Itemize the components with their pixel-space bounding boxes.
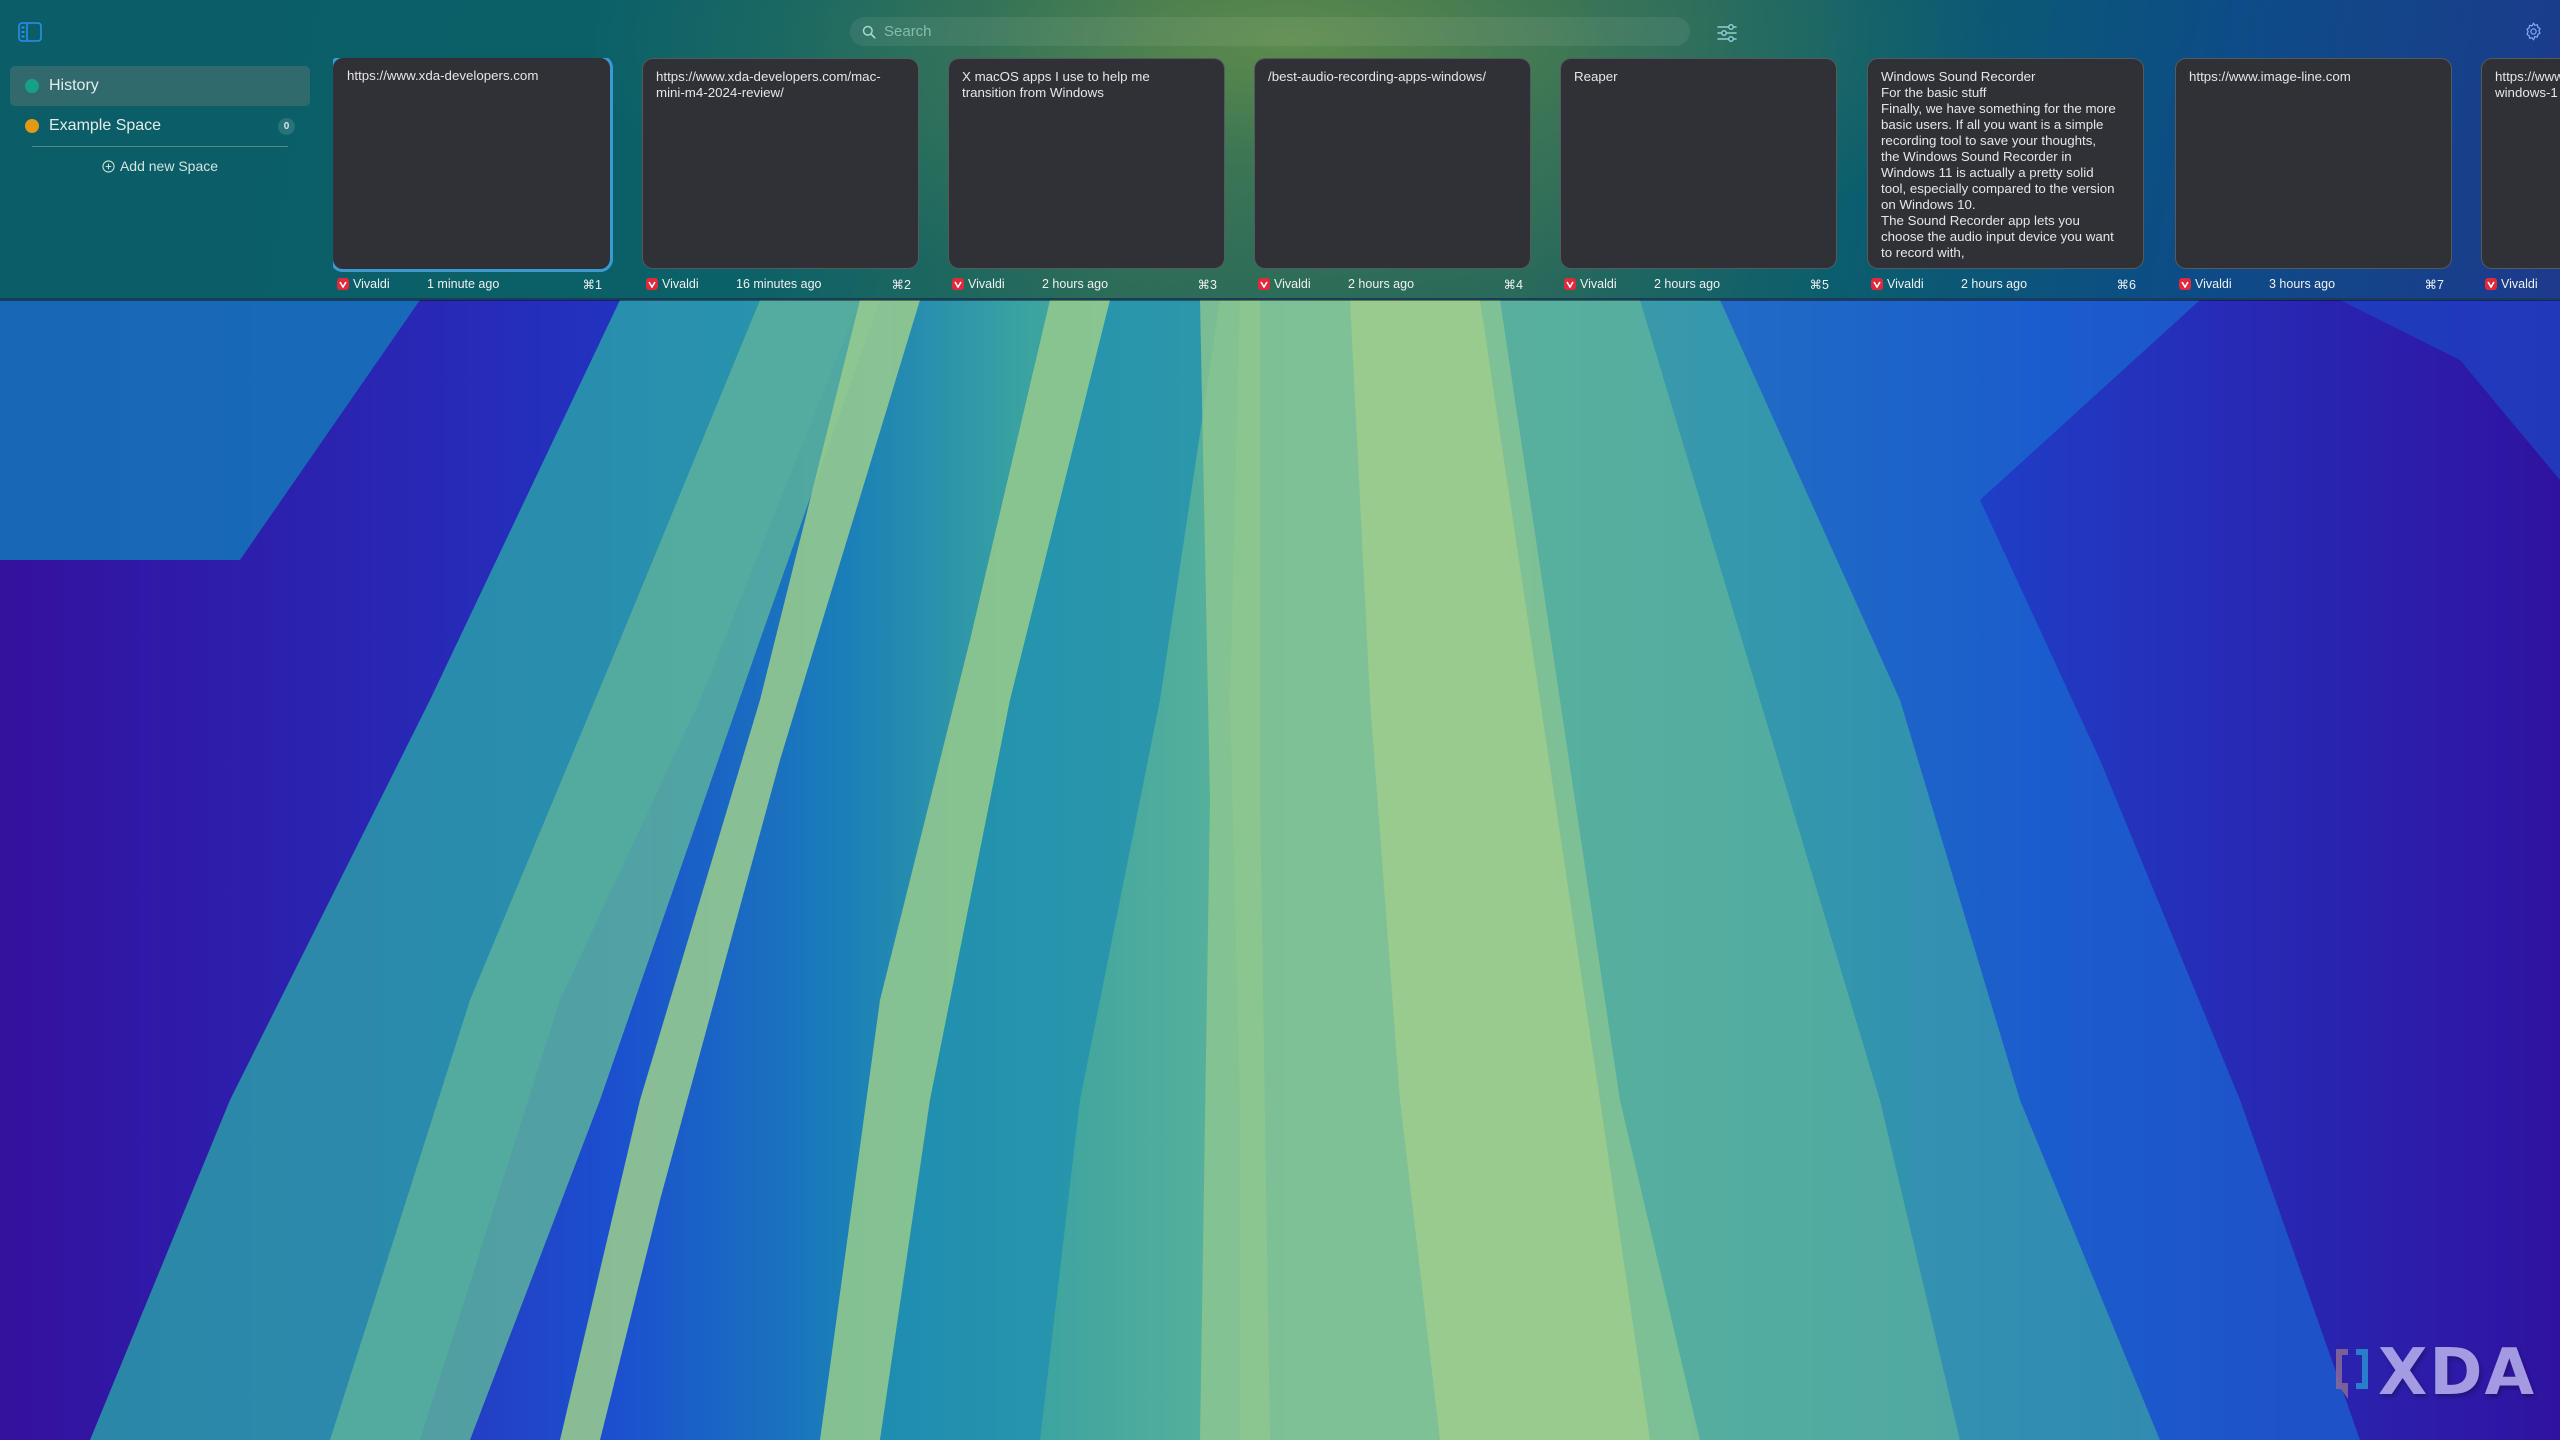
clip-content: https://www.xda-developers.com bbox=[347, 68, 539, 83]
clipboard-history-strip[interactable]: https://www.xda-developers.com Vivaldi 1… bbox=[333, 58, 2560, 298]
vivaldi-icon bbox=[1871, 278, 1883, 290]
clip-card[interactable]: /best-audio-recording-apps-windows/ bbox=[1254, 58, 1531, 269]
search-bar[interactable] bbox=[850, 17, 1690, 46]
clip-card[interactable]: https://www.xda-developers.com/mac- mini… bbox=[642, 58, 919, 269]
clip-footer: Vivaldi 2 hours ago ⌘5 bbox=[1564, 275, 1829, 293]
clip-time: 3 hours ago bbox=[2269, 277, 2336, 291]
clip-item: Reaper Vivaldi 2 hours ago ⌘5 bbox=[1560, 58, 1843, 298]
clip-item: /best-audio-recording-apps-windows/ Viva… bbox=[1254, 58, 1537, 298]
clip-shortcut: ⌘2 bbox=[891, 277, 911, 292]
clip-source: Vivaldi bbox=[2179, 277, 2269, 291]
clip-footer: Vivaldi 16 minutes ago ⌘2 bbox=[646, 275, 911, 293]
clip-card[interactable]: https://www.image-line.com bbox=[2175, 58, 2452, 269]
clip-item: Windows Sound Recorder For the basic stu… bbox=[1867, 58, 2150, 298]
clip-item: https://www.xda-developers.com/mac- mini… bbox=[642, 58, 925, 298]
clip-app-name: Vivaldi bbox=[2501, 277, 2538, 291]
add-space-label: Add new Space bbox=[119, 158, 219, 174]
clip-shortcut: ⌘5 bbox=[1809, 277, 1829, 292]
sidebar-item-example-space[interactable]: Example Space 0 bbox=[10, 106, 310, 146]
clip-footer: Vivaldi 1 minute ago ⌘1 bbox=[337, 275, 602, 293]
clip-footer: Vivaldi 2 hours ago ⌘4 bbox=[1258, 275, 1523, 293]
xda-bracket-icon bbox=[2332, 1343, 2372, 1403]
clip-time: 2 hours ago bbox=[1042, 277, 1109, 291]
clip-footer: Vivaldi bbox=[2485, 275, 2560, 293]
vivaldi-icon bbox=[2485, 278, 2497, 290]
clip-time: 2 hours ago bbox=[1348, 277, 1415, 291]
clip-content: /best-audio-recording-apps-windows/ bbox=[1268, 69, 1487, 84]
clip-source: Vivaldi bbox=[337, 277, 427, 291]
sidebar-toggle-icon bbox=[18, 22, 42, 42]
gear-icon bbox=[2526, 22, 2541, 41]
clip-card[interactable]: X macOS apps I use to help me transition… bbox=[948, 58, 1225, 269]
vivaldi-icon bbox=[646, 278, 658, 290]
clip-shortcut: ⌘1 bbox=[582, 277, 602, 292]
add-space-button[interactable]: Add new Space bbox=[10, 147, 310, 185]
space-count-badge: 0 bbox=[278, 118, 295, 135]
clip-content: https://www.xda-developers.com/mac- mini… bbox=[656, 69, 881, 100]
plus-circle-icon bbox=[102, 159, 115, 173]
space-color-dot bbox=[25, 119, 39, 133]
clip-footer: Vivaldi 3 hours ago ⌘7 bbox=[2179, 275, 2444, 293]
clip-shortcut: ⌘6 bbox=[2116, 277, 2136, 292]
clip-item: https://www.xda-developers.com Vivaldi 1… bbox=[333, 58, 616, 298]
clip-app-name: Vivaldi bbox=[662, 277, 699, 291]
space-color-dot bbox=[25, 79, 39, 93]
clip-app-name: Vivaldi bbox=[1274, 277, 1311, 291]
sliders-icon bbox=[1717, 24, 1737, 42]
clip-content: Reaper bbox=[1574, 69, 1618, 84]
clip-time: 2 hours ago bbox=[1654, 277, 1721, 291]
clip-app-name: Vivaldi bbox=[1580, 277, 1617, 291]
clip-source: Vivaldi bbox=[2485, 277, 2560, 291]
clip-app-name: Vivaldi bbox=[353, 277, 390, 291]
space-label: History bbox=[49, 77, 99, 94]
clip-card[interactable]: Windows Sound Recorder For the basic stu… bbox=[1867, 58, 2144, 269]
clip-shortcut: ⌘7 bbox=[2424, 277, 2444, 292]
filter-button[interactable] bbox=[1716, 22, 1738, 44]
clip-content: Windows Sound Recorder For the basic stu… bbox=[1881, 69, 2116, 260]
clip-app-name: Vivaldi bbox=[2195, 277, 2232, 291]
search-input[interactable] bbox=[882, 22, 1666, 41]
vivaldi-icon bbox=[1258, 278, 1270, 290]
clip-source: Vivaldi bbox=[952, 277, 1042, 291]
xda-text: XDA bbox=[2378, 1336, 2536, 1410]
clip-content: https://www.image-line.com bbox=[2189, 69, 2351, 84]
clip-content: X macOS apps I use to help me transition… bbox=[962, 69, 1150, 100]
clip-time: 16 minutes ago bbox=[736, 277, 822, 291]
clip-shortcut: ⌘3 bbox=[1197, 277, 1217, 292]
clip-source: Vivaldi bbox=[1564, 277, 1654, 291]
vivaldi-icon bbox=[952, 278, 964, 290]
clip-card[interactable]: https://www.xda-developers.com bbox=[333, 58, 613, 272]
clip-item: https://www windows-1 Vivaldi bbox=[2481, 58, 2560, 298]
clip-content: https://www windows-1 bbox=[2495, 69, 2560, 100]
clip-app-name: Vivaldi bbox=[968, 277, 1005, 291]
vivaldi-icon bbox=[2179, 278, 2191, 290]
space-label: Example Space bbox=[49, 117, 162, 134]
sidebar-item-history[interactable]: History bbox=[10, 66, 310, 106]
clip-item: X macOS apps I use to help me transition… bbox=[948, 58, 1231, 298]
clip-source: Vivaldi bbox=[646, 277, 736, 291]
clip-footer: Vivaldi 2 hours ago ⌘6 bbox=[1871, 275, 2136, 293]
clip-time: 1 minute ago bbox=[427, 277, 500, 291]
clip-time: 2 hours ago bbox=[1961, 277, 2028, 291]
clip-shortcut: ⌘4 bbox=[1503, 277, 1523, 292]
spaces-sidebar: History Example Space 0 Add new Space bbox=[10, 66, 310, 185]
vivaldi-icon bbox=[337, 278, 349, 290]
clip-footer: Vivaldi 2 hours ago ⌘3 bbox=[952, 275, 1217, 293]
clip-card[interactable]: https://www windows-1 bbox=[2481, 58, 2560, 269]
settings-button[interactable] bbox=[2523, 21, 2544, 42]
clip-source: Vivaldi bbox=[1871, 277, 1961, 291]
search-icon bbox=[862, 25, 876, 39]
clip-item: https://www.image-line.com Vivaldi 3 hou… bbox=[2175, 58, 2458, 298]
xda-watermark: XDA bbox=[2332, 1336, 2536, 1410]
clip-card[interactable]: Reaper bbox=[1560, 58, 1837, 269]
vivaldi-icon bbox=[1564, 278, 1576, 290]
clip-source: Vivaldi bbox=[1258, 277, 1348, 291]
clip-app-name: Vivaldi bbox=[1887, 277, 1924, 291]
clipboard-panel: History Example Space 0 Add new Space ht… bbox=[0, 0, 2560, 300]
sidebar-toggle-button[interactable] bbox=[18, 22, 42, 42]
